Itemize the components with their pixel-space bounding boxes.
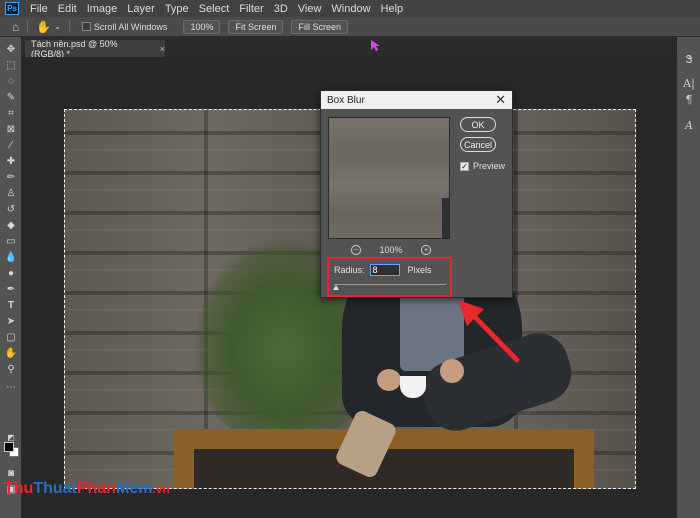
- annotation-highlight-box: [327, 257, 452, 297]
- zoom-100-button[interactable]: 100%: [183, 19, 221, 34]
- options-bar: ⌂ ✋ ⌄ Scroll All Windows 100% Fit Screen…: [0, 17, 700, 37]
- close-tab-icon[interactable]: ×: [160, 44, 165, 54]
- cancel-button[interactable]: Cancel: [460, 137, 496, 152]
- glyph-icon[interactable]: A: [681, 119, 697, 132]
- document-tab-title: Tách nền.psd @ 50% (RGB/8) *: [31, 38, 118, 59]
- ok-button[interactable]: OK: [460, 117, 496, 132]
- quick-mask-icon[interactable]: ◙: [3, 467, 19, 481]
- preview-zoom-controls: − 100% +: [351, 245, 431, 255]
- menu-bar: Ps File Edit Image Layer Type Select Fil…: [0, 0, 700, 17]
- mouse-cursor-icon: [371, 40, 380, 51]
- zoom-out-icon[interactable]: −: [351, 245, 361, 255]
- menu-type[interactable]: Type: [160, 3, 194, 15]
- preview-label: Preview: [473, 161, 506, 171]
- document-tab[interactable]: Tách nền.psd @ 50% (RGB/8) * ×: [25, 38, 165, 59]
- home-icon[interactable]: ⌂: [12, 20, 19, 34]
- watermark-part: Phan: [76, 480, 116, 497]
- watermark-part: Thu: [4, 480, 34, 497]
- default-colors-icon[interactable]: ◩: [3, 431, 19, 445]
- gradient-tool-icon[interactable]: ▭: [3, 235, 19, 249]
- menu-window[interactable]: Window: [326, 3, 375, 15]
- watermark-part: .vn: [152, 482, 170, 496]
- scroll-all-windows-label: Scroll All Windows: [93, 21, 168, 32]
- watermark-part: Thuat: [33, 480, 77, 497]
- hand-tool-icon[interactable]: ✋: [3, 347, 19, 361]
- quick-select-tool-icon[interactable]: ✎: [3, 91, 19, 105]
- menu-image[interactable]: Image: [82, 3, 123, 15]
- paragraph-icon[interactable]: A|: [681, 77, 697, 90]
- menu-help[interactable]: Help: [376, 3, 409, 15]
- blur-tool-icon[interactable]: 💧: [3, 251, 19, 265]
- character-panel-icon[interactable]: Ꮥ: [681, 53, 697, 67]
- pen-tool-icon[interactable]: ✒: [3, 283, 19, 297]
- healing-brush-tool-icon[interactable]: ✚: [3, 155, 19, 169]
- person-hand: [377, 369, 401, 391]
- close-icon[interactable]: ✕: [495, 92, 506, 108]
- menu-edit[interactable]: Edit: [53, 3, 82, 15]
- coffee-cup: [400, 376, 426, 398]
- preview-detail: [442, 198, 449, 238]
- menu-file[interactable]: File: [25, 3, 53, 15]
- right-panel-strip: Ꮥ A| ¶ A: [676, 37, 700, 518]
- preview-option[interactable]: ✓ Preview: [460, 161, 505, 171]
- photoshop-logo-icon[interactable]: Ps: [5, 2, 19, 15]
- scroll-all-windows-checkbox[interactable]: [81, 22, 91, 31]
- zoom-in-icon[interactable]: +: [421, 245, 431, 255]
- brush-tool-icon[interactable]: ✏: [3, 171, 19, 185]
- dodge-tool-icon[interactable]: ●: [3, 267, 19, 281]
- lasso-tool-icon[interactable]: ◌: [3, 75, 19, 89]
- dialog-titlebar[interactable]: Box Blur ✕: [321, 91, 512, 109]
- dialog-title: Box Blur: [327, 94, 365, 106]
- options-divider: [68, 20, 70, 33]
- rectangle-tool-icon[interactable]: ▢: [3, 331, 19, 345]
- marquee-tool-icon[interactable]: ⬚: [3, 59, 19, 73]
- person-hand: [440, 359, 464, 383]
- hand-icon[interactable]: ✋: [36, 20, 51, 34]
- menu-layer[interactable]: Layer: [122, 3, 160, 15]
- menu-select[interactable]: Select: [194, 3, 235, 15]
- preview-checkbox[interactable]: ✓: [460, 161, 469, 171]
- document-tabs: Tách nền.psd @ 50% (RGB/8) * ×: [22, 37, 676, 59]
- fill-screen-button[interactable]: Fill Screen: [291, 19, 348, 34]
- type-tool-icon[interactable]: T: [3, 299, 19, 313]
- eyedropper-tool-icon[interactable]: ⁄: [3, 139, 19, 153]
- menu-filter[interactable]: Filter: [234, 3, 268, 15]
- filter-preview[interactable]: [328, 117, 450, 239]
- chevron-down-icon[interactable]: ⌄: [54, 22, 61, 31]
- crop-tool-icon[interactable]: ⌗: [3, 107, 19, 121]
- preview-zoom-level: 100%: [379, 245, 403, 255]
- clone-stamp-tool-icon[interactable]: ♙: [3, 187, 19, 201]
- watermark-part: Mem: [116, 480, 153, 497]
- watermark-logo: ThuThuatPhanMem.vn: [4, 480, 170, 498]
- options-divider: [27, 20, 29, 33]
- eraser-tool-icon[interactable]: ◆: [3, 219, 19, 233]
- zoom-tool-icon[interactable]: ⚲: [3, 363, 19, 377]
- more-tools-icon[interactable]: ⋯: [3, 381, 19, 395]
- fit-screen-button[interactable]: Fit Screen: [228, 19, 284, 34]
- menu-view[interactable]: View: [293, 3, 327, 15]
- path-select-tool-icon[interactable]: ➤: [3, 315, 19, 329]
- move-tool-icon[interactable]: ✥: [3, 43, 19, 57]
- tools-panel: ✥ ⬚ ◌ ✎ ⌗ ⊠ ⁄ ✚ ✏ ♙ ↺ ◆ ▭ 💧 ● ✒ T ➤ ▢ ✋ …: [0, 37, 22, 518]
- paragraph-mark-icon[interactable]: ¶: [681, 93, 697, 106]
- menu-3d[interactable]: 3D: [269, 3, 293, 15]
- frame-tool-icon[interactable]: ⊠: [3, 123, 19, 137]
- history-brush-tool-icon[interactable]: ↺: [3, 203, 19, 217]
